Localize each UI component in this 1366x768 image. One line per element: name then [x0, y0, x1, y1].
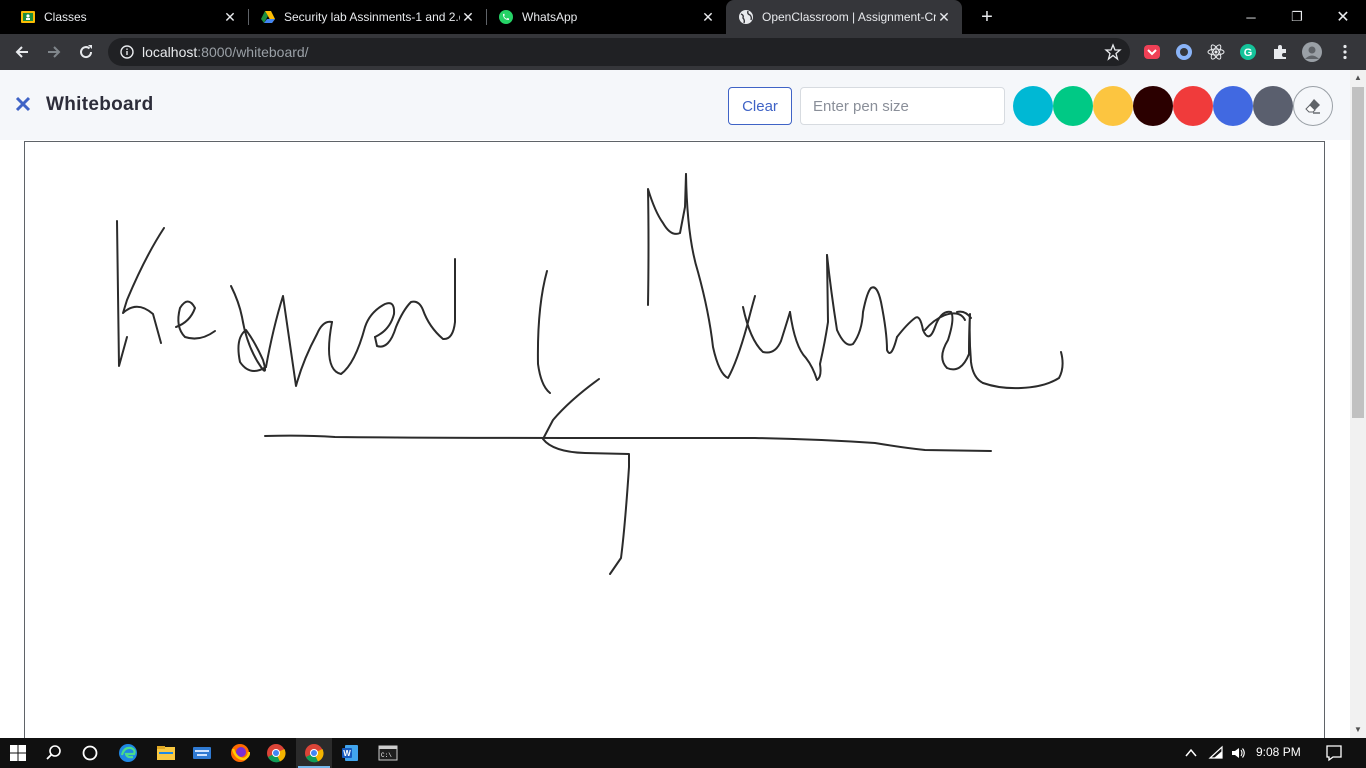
url-host: localhost [142, 44, 198, 60]
tab-openclassroom[interactable]: OpenClassroom | Assignment-Create ✕ [726, 0, 962, 34]
keyboard-icon[interactable] [184, 738, 220, 768]
clear-button[interactable]: Clear [728, 87, 792, 125]
back-button[interactable] [8, 38, 36, 66]
color-swatch-green[interactable] [1053, 86, 1093, 126]
tab-title: Security lab Assinments-1 and 2.docx [284, 10, 460, 24]
tab-close-icon[interactable]: ✕ [460, 9, 476, 25]
page-title: Whiteboard [46, 94, 154, 115]
chrome-icon[interactable] [296, 738, 332, 768]
globe-icon [739, 10, 753, 24]
windows-start-icon[interactable] [0, 738, 36, 768]
system-clock[interactable]: 9:08 PM [1256, 745, 1301, 759]
whiteboard-canvas[interactable] [24, 141, 1325, 738]
tab-whatsapp[interactable]: WhatsApp ✕ [486, 0, 726, 34]
new-tab-button[interactable]: + [976, 6, 998, 28]
whiteboard-header: Whiteboard Clear [0, 70, 1350, 140]
word-icon[interactable]: W [332, 738, 368, 768]
speaker-icon[interactable] [1230, 745, 1246, 761]
chevron-up-icon[interactable] [1183, 745, 1199, 761]
restore-button[interactable]: ❐ [1274, 0, 1320, 34]
terminal-icon[interactable]: C:\ [370, 738, 406, 768]
info-icon [120, 45, 134, 59]
tab-close-icon[interactable]: ✕ [222, 9, 238, 25]
close-window-button[interactable]: ✕ [1320, 0, 1366, 34]
grammarly-icon[interactable]: G [1239, 43, 1257, 61]
forward-button[interactable] [40, 38, 68, 66]
search-icon[interactable] [36, 738, 72, 768]
page-scrollbar[interactable]: ▲ ▼ [1350, 70, 1366, 738]
scroll-up-arrow-icon[interactable]: ▲ [1350, 70, 1366, 86]
color-swatch-red[interactable] [1173, 86, 1213, 126]
arrow-left-icon [15, 46, 28, 58]
chrome-icon[interactable] [258, 738, 294, 768]
pen-size-input[interactable] [800, 87, 1005, 125]
svg-text:G: G [1244, 47, 1253, 59]
reload-icon [80, 45, 93, 59]
handwritten-signature-drawing [116, 173, 1064, 575]
tab-strip: Classes ✕ Security lab Assinments-1 and … [0, 0, 1366, 34]
pocket-extension-icon[interactable] [1143, 43, 1161, 61]
google-drive-icon [261, 11, 275, 23]
extensions-puzzle-icon[interactable] [1271, 43, 1289, 61]
svg-text:W: W [343, 749, 351, 758]
browser-toolbar: localhost:8000/whiteboard/ G [0, 34, 1366, 70]
reload-button[interactable] [72, 38, 100, 66]
scroll-down-arrow-icon[interactable]: ▼ [1350, 722, 1366, 738]
windows-taskbar: W C:\ 9:08 PM [0, 738, 1366, 768]
color-swatch-yellow[interactable] [1093, 86, 1133, 126]
wifi-icon[interactable] [1208, 745, 1224, 761]
notification-icon[interactable] [1325, 744, 1343, 762]
svg-text:C:\: C:\ [381, 752, 392, 759]
tab-title: OpenClassroom | Assignment-Create [762, 10, 936, 24]
tab-close-icon[interactable]: ✕ [936, 9, 952, 25]
tab-title: Classes [44, 10, 87, 24]
firefox-icon[interactable] [222, 738, 258, 768]
tab-classes[interactable]: Classes ✕ [8, 0, 248, 34]
extension-circle-icon[interactable] [1175, 43, 1193, 61]
arrow-right-icon [48, 46, 61, 58]
eraser-icon [1305, 99, 1320, 114]
tab-title: WhatsApp [522, 10, 578, 24]
google-classroom-icon [21, 11, 35, 23]
close-icon[interactable] [14, 95, 32, 113]
page-viewport: Whiteboard Clear [0, 70, 1350, 738]
color-swatch-cyan[interactable] [1013, 86, 1053, 126]
tab-close-icon[interactable]: ✕ [700, 9, 716, 25]
whatsapp-icon [499, 10, 513, 24]
color-swatch-dark-maroon[interactable] [1133, 86, 1173, 126]
minimize-button[interactable]: ─ [1228, 0, 1274, 34]
react-devtools-icon[interactable] [1207, 43, 1225, 61]
address-bar[interactable]: localhost:8000/whiteboard/ [108, 38, 1130, 66]
color-swatch-blue[interactable] [1213, 86, 1253, 126]
url-path: :8000/whiteboard/ [197, 44, 309, 60]
scroll-thumb[interactable] [1352, 87, 1364, 418]
bookmark-star-icon[interactable] [1104, 43, 1122, 61]
edge-icon[interactable] [110, 738, 146, 768]
profile-avatar-icon[interactable] [1302, 42, 1322, 62]
color-swatch-gray[interactable] [1253, 86, 1293, 126]
file-explorer-icon[interactable] [148, 738, 184, 768]
menu-dots-icon[interactable] [1336, 43, 1354, 61]
eraser-button[interactable] [1293, 86, 1333, 126]
tab-security-lab[interactable]: Security lab Assinments-1 and 2.docx ✕ [248, 0, 486, 34]
task-view-icon[interactable] [72, 738, 108, 768]
